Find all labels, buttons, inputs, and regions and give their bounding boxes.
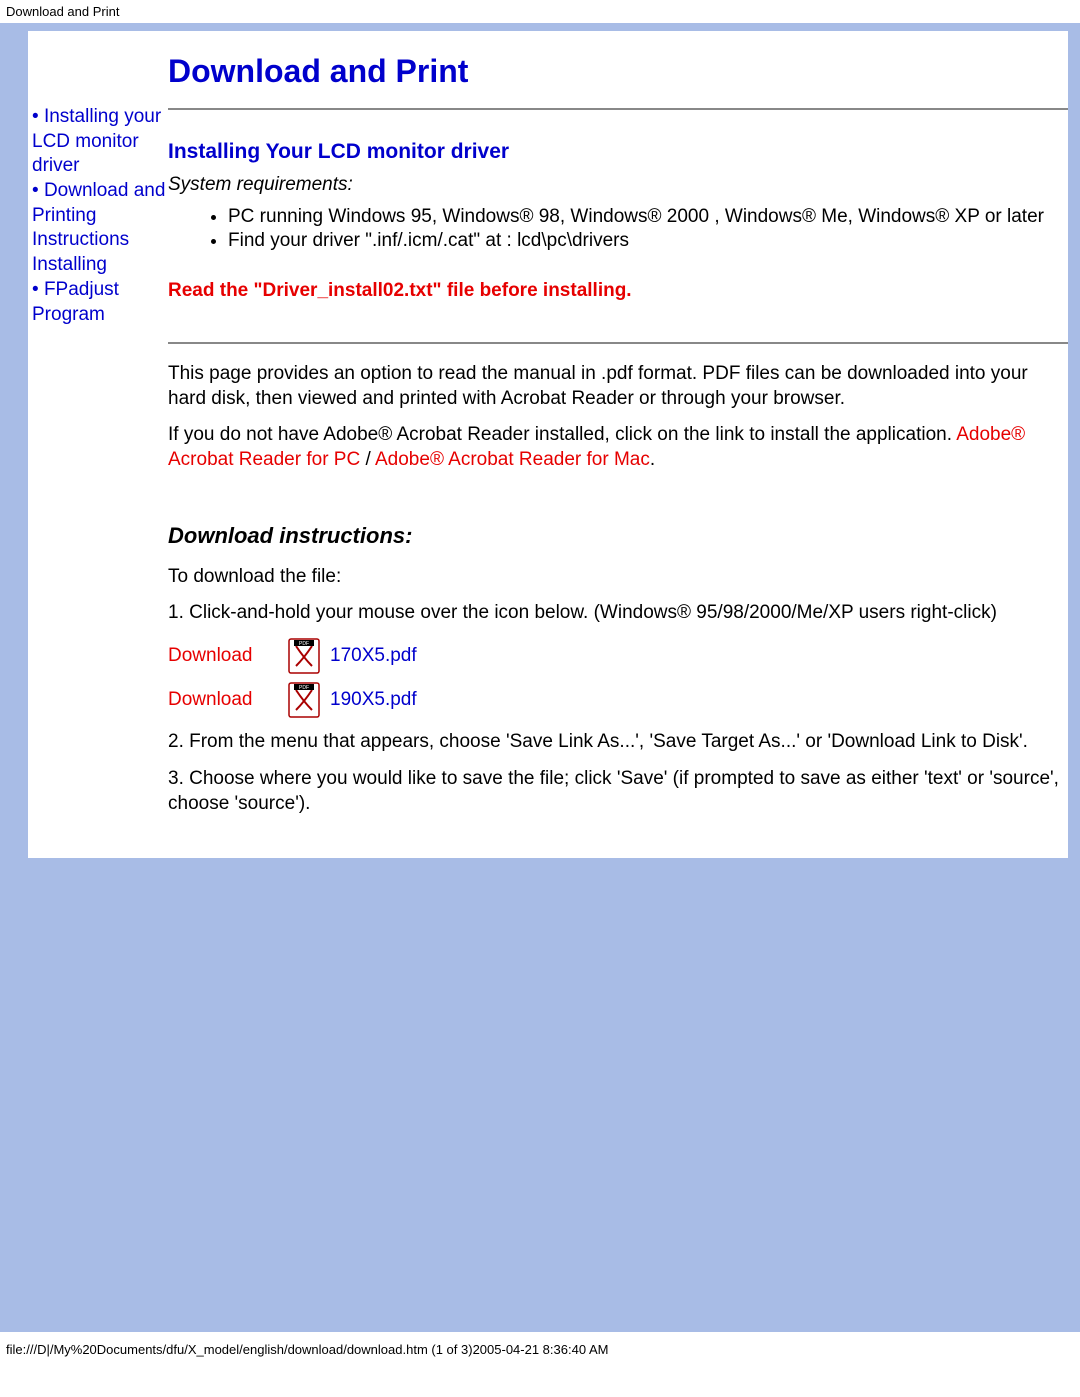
- divider: [168, 108, 1068, 110]
- install-warning: Read the "Driver_install02.txt" file bef…: [168, 280, 1068, 302]
- slash-separator: /: [365, 449, 375, 470]
- download-row: Download PDF 170X5.pdf: [168, 638, 1068, 674]
- sidebar-item-download-instructions[interactable]: • Download and Printing Instructions Ins…: [32, 179, 168, 278]
- download-row: Download PDF 190X5.pdf: [168, 682, 1068, 718]
- acrobat-intro: If you do not have Adobe® Acrobat Reader…: [168, 424, 956, 445]
- requirement-item: Find your driver ".inf/.icm/.cat" at : l…: [228, 230, 1068, 252]
- download-label: Download: [168, 689, 288, 711]
- system-requirements-label: System requirements:: [168, 174, 1068, 196]
- sidebar-link[interactable]: FPadjust Program: [32, 279, 119, 325]
- svg-text:PDF: PDF: [299, 641, 309, 647]
- to-download-label: To download the file:: [168, 565, 1068, 590]
- download-step-1: 1. Click-and-hold your mouse over the ic…: [168, 601, 1068, 626]
- acrobat-paragraph: If you do not have Adobe® Acrobat Reader…: [168, 423, 1068, 472]
- period: .: [650, 449, 655, 470]
- page-title: Download and Print: [168, 53, 1068, 90]
- requirement-item: PC running Windows 95, Windows® 98, Wind…: [228, 206, 1068, 228]
- pdf-icon[interactable]: PDF: [288, 682, 320, 718]
- acrobat-mac-link[interactable]: Adobe® Acrobat Reader for Mac: [375, 449, 650, 470]
- bullet-icon: •: [32, 279, 39, 300]
- pdf-file-link[interactable]: 190X5.pdf: [330, 689, 417, 711]
- pdf-icon[interactable]: PDF: [288, 638, 320, 674]
- download-label: Download: [168, 645, 288, 667]
- download-instructions-title: Download instructions:: [168, 523, 1068, 549]
- download-step-3: 3. Choose where you would like to save t…: [168, 767, 1068, 816]
- bullet-icon: •: [32, 106, 39, 127]
- download-step-2: 2. From the menu that appears, choose 'S…: [168, 730, 1068, 755]
- sidebar-nav: • Installing your LCD monitor driver • D…: [28, 31, 168, 327]
- page-inner: • Installing your LCD monitor driver • D…: [28, 31, 1068, 858]
- sidebar-link[interactable]: Installing your LCD monitor driver: [32, 106, 161, 176]
- footer-path: file:///D|/My%20Documents/dfu/X_model/en…: [0, 1332, 1080, 1363]
- main-content: Download and Print Installing Your LCD m…: [168, 31, 1068, 858]
- sidebar-link[interactable]: Download and Printing Instructions Insta…: [32, 180, 165, 275]
- requirements-list: PC running Windows 95, Windows® 98, Wind…: [168, 206, 1068, 252]
- divider: [168, 342, 1068, 344]
- pdf-file-link[interactable]: 170X5.pdf: [330, 645, 417, 667]
- sidebar-item-fpadjust[interactable]: • FPadjust Program: [32, 278, 168, 327]
- pdf-info-paragraph: This page provides an option to read the…: [168, 362, 1068, 411]
- top-small-title: Download and Print: [0, 0, 1080, 23]
- section-title-install: Installing Your LCD monitor driver: [168, 140, 1068, 164]
- page-outer: • Installing your LCD monitor driver • D…: [0, 23, 1080, 1363]
- svg-text:PDF: PDF: [299, 685, 309, 691]
- sidebar-item-install-driver[interactable]: • Installing your LCD monitor driver: [32, 105, 168, 179]
- bullet-icon: •: [32, 180, 39, 201]
